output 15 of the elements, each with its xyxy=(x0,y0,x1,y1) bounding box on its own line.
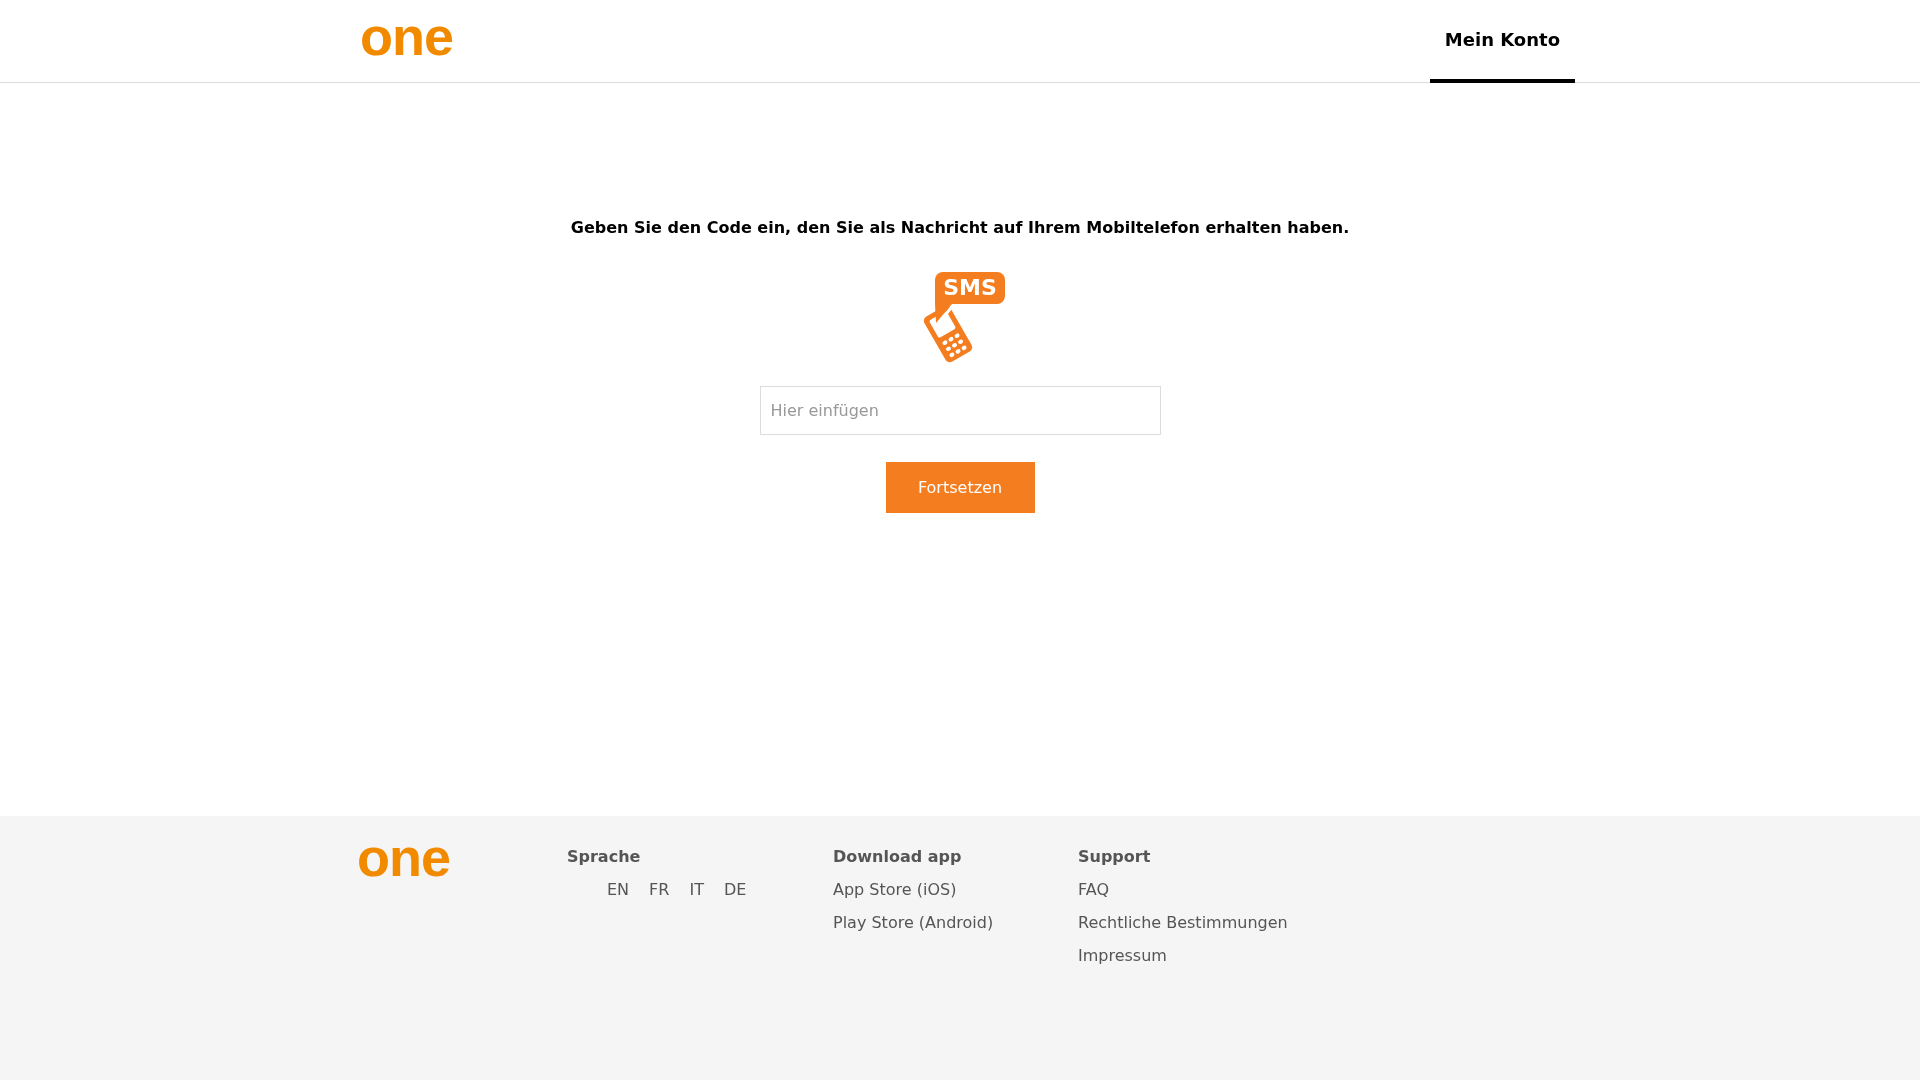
footer-link[interactable]: Play Store (Android) xyxy=(833,911,1078,935)
footer-link[interactable]: FR xyxy=(649,878,670,902)
footer-link[interactable]: Impressum xyxy=(1078,944,1398,968)
instruction-text: Geben Sie den Code ein, den Sie als Nachricht auf Ihrem Mobiltelefon erhalten haben. xyxy=(570,217,1350,239)
footer-heading: Download app xyxy=(833,846,963,868)
footer-link[interactable]: App Store (iOS) xyxy=(833,878,1078,902)
nav-tab[interactable]: Mein Konto xyxy=(1429,0,1575,83)
footer-link[interactable]: FAQ xyxy=(1078,878,1398,902)
footer-link[interactable]: DE xyxy=(723,878,747,902)
footer-link[interactable]: IT xyxy=(689,878,704,902)
footer-link[interactable]: Rechtliche Bestimmungen xyxy=(1078,911,1398,935)
footer-heading: Sprache xyxy=(567,846,642,868)
code-input-field[interactable]: Hier einfügen xyxy=(759,386,1161,435)
footer-link[interactable]: EN xyxy=(607,878,630,902)
footer-heading: Support xyxy=(1078,846,1152,868)
